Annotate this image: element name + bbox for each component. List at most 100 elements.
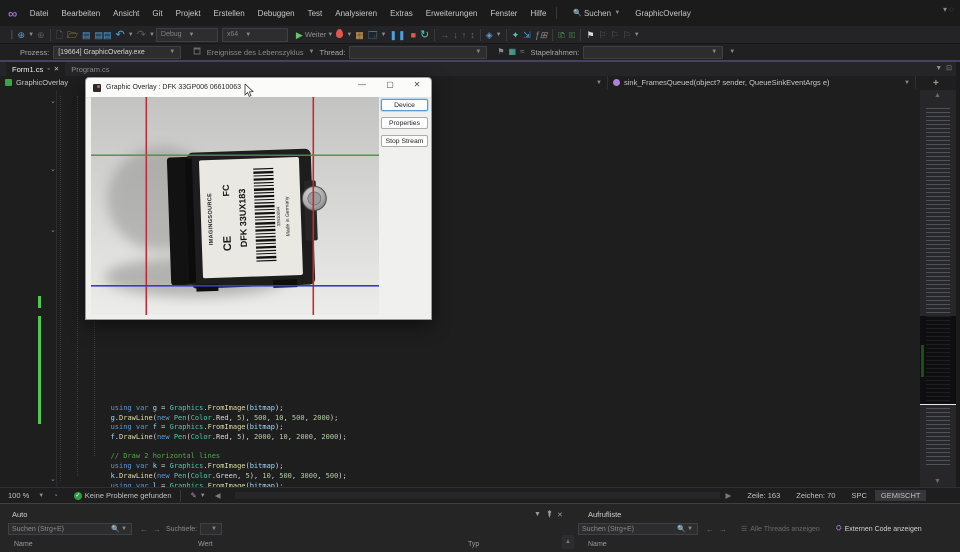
minimize-icon[interactable]: — — [354, 80, 370, 89]
code-line[interactable] — [60, 443, 911, 453]
window-position-icon[interactable]: ▼ — [534, 511, 541, 518]
menu-analysieren[interactable]: Analysieren — [329, 9, 384, 18]
minimap-scrollbar[interactable] — [920, 90, 956, 487]
chevron-down-icon[interactable]: ▼ — [634, 32, 640, 38]
autos-col-type[interactable]: Typ — [468, 541, 479, 548]
health-indicator-icon[interactable]: ◔ — [53, 491, 58, 500]
close-icon[interactable]: ✕ — [557, 511, 563, 519]
chevron-down-icon[interactable]: ▼ — [309, 49, 315, 55]
process-dropdown[interactable]: [19664] GraphicOverlay.exe▼ — [53, 46, 181, 59]
chevron-down-icon[interactable]: ▼ — [128, 32, 134, 38]
code-cleanup-icon[interactable]: ✎ — [191, 491, 197, 500]
menu-erstellen[interactable]: Erstellen — [207, 9, 251, 18]
continue-button[interactable]: ▶ — [296, 30, 303, 40]
menu-hilfe[interactable]: Hilfe — [524, 9, 553, 18]
thread-dropdown[interactable]: ▼ — [349, 46, 487, 59]
overlay-properties-button[interactable]: Properties — [381, 117, 428, 129]
callstack-search-input[interactable]: Suchen (Strg+E) 🔍 ▼ — [578, 523, 698, 535]
hot-reload-icon[interactable] — [336, 29, 343, 40]
continue-label[interactable]: Weiter — [305, 30, 327, 39]
code-line[interactable]: g.DrawLine(new Pen(Color.Red, 5), 500, 1… — [60, 414, 911, 424]
chevron-down-icon[interactable]: ▼ — [327, 32, 333, 38]
stackframe-dropdown[interactable]: ▼ — [583, 46, 723, 59]
menu-test[interactable]: Test — [301, 9, 329, 18]
diagnostics-icon[interactable]: ✦ — [512, 30, 520, 40]
comment-out-icon[interactable]: 🗉 — [569, 30, 576, 40]
shield-icon[interactable]: ◈ — [486, 30, 493, 40]
close-icon[interactable]: ✕ — [409, 80, 425, 89]
hscroll-left-icon[interactable]: ◀ — [215, 491, 221, 500]
parallel-stacks-icon[interactable]: ▦ — [509, 47, 517, 57]
screenshot-icon[interactable]: ▦ — [355, 30, 364, 40]
fold-chevron-icon[interactable]: ⌄ — [50, 97, 56, 105]
menu-fenster[interactable]: Fenster — [484, 9, 524, 18]
quick-search[interactable]: 🔍 Suchen ▼ — [570, 9, 621, 18]
goto-cursor-icon[interactable]: ⇲ — [523, 30, 531, 40]
step-back-icon[interactable]: ↕ — [470, 30, 475, 40]
fold-chevron-icon[interactable]: ⌄ — [50, 475, 56, 483]
navigate-back-icon[interactable]: ⊕ — [18, 30, 26, 40]
show-ui-tools-icon[interactable]: 🗔 — [368, 30, 378, 40]
toolbar-overflow-icon[interactable]: ▼ — [729, 49, 735, 55]
prev-bookmark-icon[interactable]: ⚐ — [599, 30, 607, 40]
navigate-forward-icon[interactable]: ⊕ — [37, 30, 45, 40]
overlay-device-button[interactable]: Device — [381, 99, 428, 111]
code-line[interactable]: using var f = Graphics.FromImage(bitmap)… — [60, 423, 911, 433]
new-file-icon[interactable]: 🗋 — [56, 30, 63, 40]
step-over-icon[interactable]: ↓ — [453, 30, 458, 40]
step-into-icon[interactable]: → — [440, 30, 449, 40]
code-line[interactable]: k.DrawLine(new Pen(Color.Green, 5), 10, … — [60, 472, 911, 482]
pin-icon[interactable] — [546, 510, 553, 520]
flag-threads-icon[interactable]: ⚑ — [497, 47, 504, 57]
chevron-down-icon[interactable]: ▼ — [38, 493, 44, 499]
chevron-down-icon[interactable]: ▼ — [200, 493, 206, 499]
function-breakpoint-icon[interactable]: ƒ⊞ — [535, 30, 548, 40]
code-line[interactable]: using var k = Graphics.FromImage(bitmap)… — [60, 462, 911, 472]
autos-col-value[interactable]: Wert — [198, 541, 213, 548]
code-line[interactable]: f.DrawLine(new Pen(Color.Red, 5), 2000, … — [60, 433, 911, 443]
menu-datei[interactable]: Datei — [23, 9, 55, 18]
maximize-icon[interactable]: ▢ — [382, 80, 398, 89]
split-editor-icon[interactable]: + — [933, 78, 939, 89]
menu-projekt[interactable]: Projekt — [169, 9, 207, 18]
member-dropdown[interactable]: sink_FramesQueued(object? sender, QueueS… — [608, 76, 916, 89]
notification-bell-icon[interactable]: ▾ ◌ — [943, 5, 954, 14]
overlay-window-titlebar[interactable]: Graphic Overlay : DFK 33GP006 06610063 — [86, 78, 431, 98]
tab-close-icon[interactable]: ✕ — [54, 65, 59, 73]
search-prev-icon[interactable]: ← — [140, 525, 148, 534]
problems-status[interactable]: Keine Probleme gefunden — [85, 491, 172, 500]
autos-scroll-up-icon[interactable]: ▲ — [562, 535, 574, 549]
show-external-code-button[interactable]: ⛭ Externen Code anzeigen — [836, 525, 922, 533]
next-bookmark-icon[interactable]: ⚐ — [611, 30, 619, 40]
line-ending-indicator[interactable]: GEMISCHT — [875, 490, 927, 501]
platform-dropdown[interactable]: x64▼ — [222, 28, 288, 42]
chevron-down-icon[interactable]: ▼ — [381, 32, 387, 38]
search-next-icon[interactable]: → — [153, 525, 161, 534]
scroll-down-icon[interactable]: ▼ — [934, 478, 941, 485]
tab-form1.cs[interactable]: Form1.cs◦✕ — [6, 62, 65, 76]
menu-ansicht[interactable]: Ansicht — [107, 9, 146, 18]
lifecycle-events-icon[interactable]: 🗖 — [193, 47, 201, 57]
solution-config-dropdown[interactable]: Debug▼ — [156, 28, 218, 42]
open-file-icon[interactable]: 🗁 — [67, 30, 78, 40]
code-line[interactable]: // Draw 2 horizontal lines — [60, 452, 911, 462]
save-icon[interactable]: ▤ — [82, 30, 91, 40]
hscroll-right-icon[interactable]: ▶ — [726, 491, 732, 500]
chevron-down-icon[interactable]: ▼ — [28, 32, 34, 38]
comment-in-icon[interactable]: 🗈 — [558, 30, 565, 40]
tab-program.cs[interactable]: Program.cs — [65, 62, 115, 76]
fold-chevron-icon[interactable]: ⌄ — [50, 165, 56, 173]
undo-icon[interactable]: ↶ — [116, 30, 125, 40]
tab-bar-options-icon[interactable]: ▼⊡ — [935, 64, 956, 72]
autos-col-name[interactable]: Name — [14, 541, 33, 548]
chevron-down-icon[interactable]: ▼ — [149, 32, 155, 38]
chevron-down-icon[interactable]: ▼ — [496, 32, 502, 38]
suspend-icon[interactable]: ≈ — [520, 47, 524, 57]
show-all-threads-button[interactable]: ☰ Alle Threads anzeigen — [741, 525, 820, 533]
fold-chevron-icon[interactable]: ⌄ — [50, 226, 56, 234]
menu-debuggen[interactable]: Debuggen — [251, 9, 301, 18]
callstack-prev-icon[interactable]: ← — [706, 525, 714, 534]
callstack-col-name[interactable]: Name — [588, 541, 607, 548]
restart-icon[interactable]: ↻ — [420, 30, 429, 40]
line-indicator[interactable]: Zeile: 163 — [747, 491, 780, 500]
